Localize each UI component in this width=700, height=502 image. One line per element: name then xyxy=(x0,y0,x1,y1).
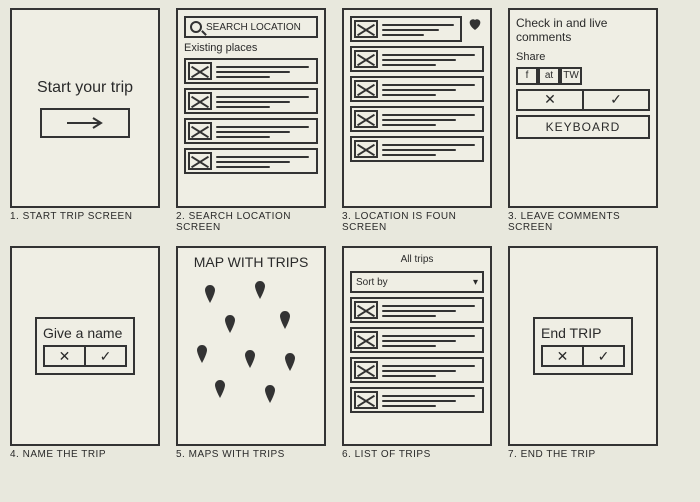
map-pin-icon xyxy=(196,345,208,363)
existing-places-label: Existing places xyxy=(184,42,318,54)
caption-4: 3. Leave comments SCREEN xyxy=(508,211,658,233)
caption-7: 6. LIST OF TRIPS xyxy=(342,449,492,460)
item-text xyxy=(382,112,480,126)
place-item[interactable] xyxy=(184,88,318,114)
sort-label: Sort by xyxy=(356,277,388,288)
thumbnail-icon xyxy=(354,80,378,98)
map-heading: MAP WITH TRIPS xyxy=(184,254,318,271)
map-pin-icon xyxy=(284,353,296,371)
trip-item[interactable] xyxy=(350,357,484,383)
caption-6: 5. MAPS WITH TRIPS xyxy=(176,449,326,460)
map-pin-icon xyxy=(279,311,291,329)
place-item[interactable] xyxy=(184,148,318,174)
all-trips-label: All trips xyxy=(350,254,484,265)
search-placeholder: SEARCH LOCATION xyxy=(206,22,301,33)
item-text xyxy=(382,363,480,377)
map-pin-icon xyxy=(224,315,236,333)
screen-name-trip: Give a name ✕ ✓ xyxy=(10,246,160,446)
thumbnail-icon xyxy=(354,361,378,379)
item-text xyxy=(382,82,480,96)
place-item[interactable] xyxy=(184,118,318,144)
screen-start-trip: Start your trip xyxy=(10,8,160,208)
thumbnail-icon xyxy=(188,62,212,80)
screen-location-found xyxy=(342,8,492,208)
item-text xyxy=(216,154,314,168)
share-label: Share xyxy=(516,51,650,63)
item-text xyxy=(382,333,480,347)
thumbnail-icon xyxy=(354,140,378,158)
name-trip-modal: Give a name ✕ ✓ xyxy=(35,317,135,375)
caption-1: 1. START TRIP SCREEN xyxy=(10,211,160,222)
end-trip-heading: End TRIP xyxy=(541,325,625,341)
search-field[interactable]: SEARCH LOCATION xyxy=(184,16,318,38)
place-item[interactable] xyxy=(184,58,318,84)
favorite-icon[interactable] xyxy=(466,16,484,32)
cancel-button[interactable]: ✕ xyxy=(541,345,584,367)
map-pin-icon xyxy=(204,285,216,303)
item-text xyxy=(382,393,480,407)
thumbnail-icon xyxy=(354,110,378,128)
arrow-right-icon xyxy=(65,116,105,130)
trip-item[interactable] xyxy=(350,387,484,413)
thumbnail-icon xyxy=(354,331,378,349)
caption-2: 2. SEARCH LOCATION SCREEN xyxy=(176,211,326,233)
item-text xyxy=(216,94,314,108)
found-item[interactable] xyxy=(350,136,484,162)
item-text xyxy=(382,52,480,66)
cancel-button[interactable]: ✕ xyxy=(43,345,86,367)
keyboard-placeholder[interactable]: KEYBOARD xyxy=(516,115,650,139)
confirm-button[interactable]: ✓ xyxy=(584,89,650,111)
screen-search-location: SEARCH LOCATION Existing places xyxy=(176,8,326,208)
thumbnail-icon xyxy=(188,122,212,140)
share-twitter-button[interactable]: TW xyxy=(560,67,582,85)
thumbnail-icon xyxy=(354,20,378,38)
item-text xyxy=(382,142,480,156)
map-pin-icon xyxy=(254,281,266,299)
screen-end-trip: End TRIP ✕ ✓ xyxy=(508,246,658,446)
screen-leave-comments: Check in and live comments Share f at TW… xyxy=(508,8,658,208)
share-at-button[interactable]: at xyxy=(538,67,560,85)
sort-dropdown[interactable]: Sort by ▾ xyxy=(350,271,484,293)
thumbnail-icon xyxy=(188,152,212,170)
found-item[interactable] xyxy=(350,106,484,132)
end-trip-modal: End TRIP ✕ ✓ xyxy=(533,317,633,375)
thumbnail-icon xyxy=(188,92,212,110)
search-icon xyxy=(190,21,202,33)
caption-5: 4. NAME THE TRIP xyxy=(10,449,160,460)
trip-item[interactable] xyxy=(350,327,484,353)
thumbnail-icon xyxy=(354,391,378,409)
map-pin-icon xyxy=(214,380,226,398)
caption-3: 3. LOCATION IS FOUN SCREEN xyxy=(342,211,492,233)
checkin-heading: Check in and live comments xyxy=(516,16,650,45)
screen-map-trips: MAP WITH TRIPS xyxy=(176,246,326,446)
item-text xyxy=(216,124,314,138)
chevron-down-icon: ▾ xyxy=(473,277,478,288)
item-text xyxy=(216,64,314,78)
map-pin-icon xyxy=(244,350,256,368)
cancel-button[interactable]: ✕ xyxy=(516,89,584,111)
name-trip-heading: Give a name xyxy=(43,325,127,341)
thumbnail-icon xyxy=(354,50,378,68)
share-facebook-button[interactable]: f xyxy=(516,67,538,85)
found-item[interactable] xyxy=(350,46,484,72)
screen-list-trips: All trips Sort by ▾ xyxy=(342,246,492,446)
start-trip-button[interactable] xyxy=(40,108,130,138)
map-area[interactable] xyxy=(184,275,318,438)
confirm-button[interactable]: ✓ xyxy=(584,345,625,367)
item-text xyxy=(382,303,480,317)
found-item[interactable] xyxy=(350,76,484,102)
trip-item[interactable] xyxy=(350,297,484,323)
caption-8: 7. END THE TRIP xyxy=(508,449,658,460)
thumbnail-icon xyxy=(354,301,378,319)
start-trip-title: Start your trip xyxy=(37,78,133,97)
confirm-button[interactable]: ✓ xyxy=(86,345,127,367)
map-pin-icon xyxy=(264,385,276,403)
found-item[interactable] xyxy=(350,16,462,42)
item-text xyxy=(382,22,458,36)
